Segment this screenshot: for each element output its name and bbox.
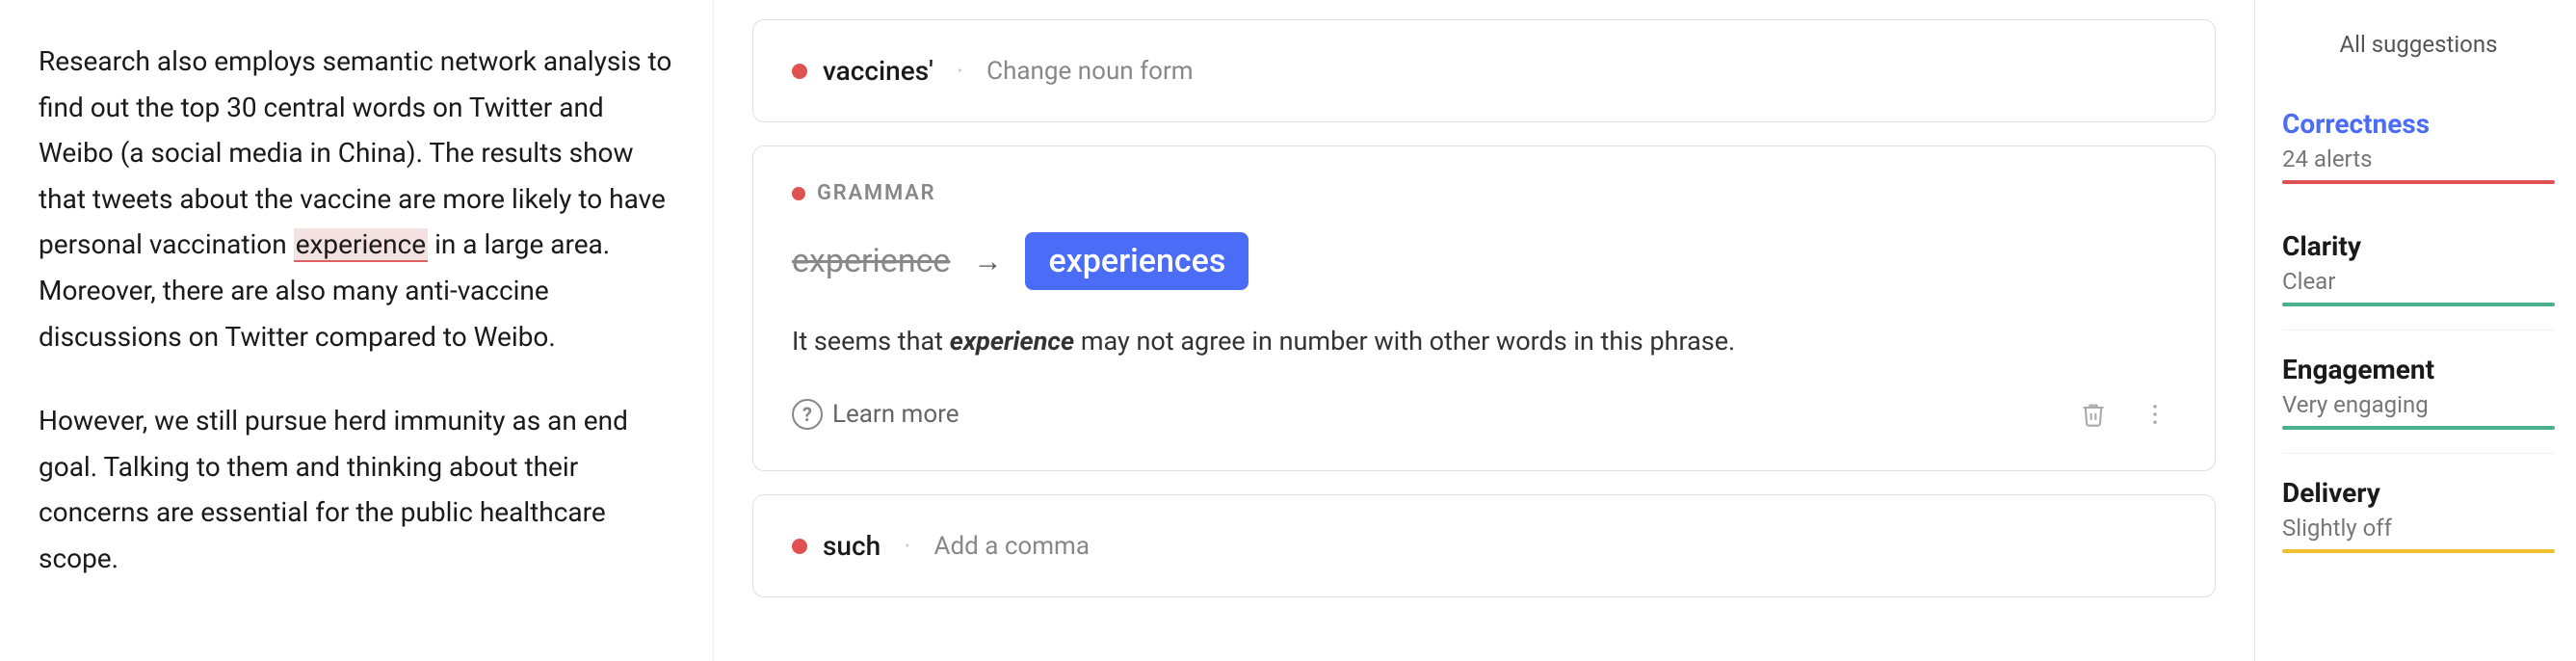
alert-dot	[792, 64, 807, 79]
suggestion-action-vaccines: Change noun form	[986, 57, 1193, 86]
suggestion-card-vaccines[interactable]: vaccines' · Change noun form	[752, 19, 2216, 122]
delete-icon[interactable]	[2072, 393, 2115, 436]
learn-more-button[interactable]: ? Learn more	[792, 399, 959, 430]
separator: ·	[957, 55, 963, 87]
engagement-name: Engagement	[2282, 354, 2555, 385]
sidebar-item-correctness[interactable]: Correctness 24 alerts	[2282, 85, 2555, 207]
sidebar: All suggestions Correctness 24 alerts Cl…	[2254, 0, 2576, 661]
more-options-icon[interactable]	[2134, 393, 2176, 436]
clarity-bar	[2282, 303, 2555, 306]
sidebar-item-delivery[interactable]: Delivery Slightly off	[2282, 454, 2555, 576]
learn-more-icon: ?	[792, 399, 823, 430]
sidebar-title: All suggestions	[2282, 31, 2555, 58]
correctness-value: 24 alerts	[2282, 145, 2555, 172]
editor-panel: Research also employs semantic network a…	[0, 0, 713, 661]
delivery-name: Delivery	[2282, 477, 2555, 509]
correction-arrow: →	[973, 245, 1002, 278]
correctness-indicator	[2282, 180, 2555, 184]
suggestion-word-such: such	[823, 530, 881, 562]
correction-row: experience → experiences	[792, 232, 2176, 290]
sidebar-item-engagement[interactable]: Engagement Very engaging	[2282, 330, 2555, 454]
delivery-bar	[2282, 549, 2555, 553]
correctness-name: Correctness	[2282, 108, 2555, 140]
highlighted-word: experience	[294, 228, 428, 262]
engagement-bar	[2282, 426, 2555, 430]
alert-dot-such	[792, 539, 807, 554]
suggestion-card-such[interactable]: such · Add a comma	[752, 494, 2216, 597]
card-icon-group	[2072, 393, 2176, 436]
grammar-label: GRAMMAR	[792, 181, 2176, 205]
paragraph-1: Research also employs semantic network a…	[39, 39, 674, 359]
suggestion-word-vaccines: vaccines'	[823, 55, 933, 87]
learn-more-label: Learn more	[832, 400, 959, 429]
paragraph-2: However, we still pursue herd immunity a…	[39, 398, 674, 581]
delivery-value: Slightly off	[2282, 515, 2555, 542]
corrected-word: experiences	[1025, 232, 1249, 290]
separator-such: ·	[904, 530, 910, 562]
engagement-value: Very engaging	[2282, 391, 2555, 418]
grammar-description: It seems that experience may not agree i…	[792, 321, 2176, 362]
grammar-card: GRAMMAR experience → experiences It seem…	[752, 145, 2216, 471]
clarity-name: Clarity	[2282, 230, 2555, 262]
sidebar-item-clarity[interactable]: Clarity Clear	[2282, 207, 2555, 330]
bold-word: experience	[950, 326, 1074, 357]
card-actions: ? Learn more	[792, 393, 2176, 436]
clarity-value: Clear	[2282, 268, 2555, 295]
suggestions-panel: vaccines' · Change noun form GRAMMAR exp…	[713, 0, 2254, 661]
original-word: experience	[792, 242, 950, 280]
suggestion-action-such: Add a comma	[933, 532, 1090, 561]
